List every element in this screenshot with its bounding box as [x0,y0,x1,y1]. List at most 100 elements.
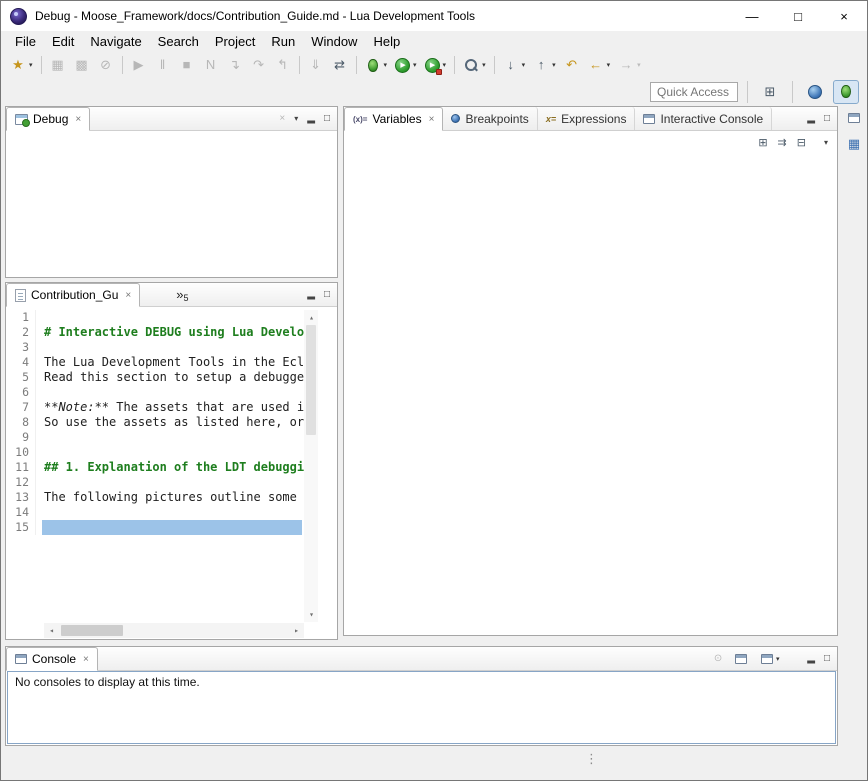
external-tools-button[interactable]: ▶ ▾ [422,54,450,76]
new-button[interactable]: ★ ▾ [7,54,36,76]
chevron-down-icon[interactable]: ▾ [443,61,447,69]
chevron-down-icon[interactable]: ▾ [413,61,417,69]
view-menu-button[interactable]: ▾ [294,115,298,123]
use-step-filters-button[interactable]: ⇄ [329,54,351,76]
window-close-button[interactable]: × [821,1,867,31]
collapse-all-button[interactable]: ⊟ [797,136,806,149]
back-button[interactable]: ← ▾ [585,54,614,76]
line-number: 8 [6,415,36,430]
minimized-outline-view-button[interactable]: ▦ [844,134,864,154]
chevron-down-icon[interactable]: ▾ [552,61,556,69]
drop-to-frame-button[interactable]: ⇓ [305,54,327,76]
editor-tab-overflow-button[interactable]: » 5 [170,283,194,306]
line-number: 11 [6,460,36,475]
forward-button[interactable]: → ▾ [615,54,644,76]
save-button[interactable]: ▦ [47,54,69,76]
open-perspective-button[interactable]: ⊞ [757,80,783,104]
chevron-down-icon[interactable]: ▾ [384,61,388,69]
chevron-down-icon[interactable]: ▾ [482,61,486,69]
pin-console-button[interactable]: ⊙ [714,654,722,664]
minimize-view-button[interactable]: ▂ [307,290,315,300]
menu-item-project[interactable]: Project [207,33,263,50]
suspend-button[interactable]: ‖ [152,54,174,76]
vertical-scrollbar[interactable]: ▴ ▾ [304,310,318,622]
close-icon[interactable]: × [429,114,435,125]
scroll-right-button[interactable]: ▸ [289,623,304,638]
quick-access-input[interactable] [650,82,738,102]
scrollbar-thumb[interactable] [306,325,316,435]
search-button[interactable]: ▾ [460,54,489,76]
tab-interactive-console[interactable]: Interactive Console [635,107,772,130]
resume-button[interactable]: ▶ [128,54,150,76]
chevron-down-icon[interactable]: ▾ [522,61,526,69]
tab-variables[interactable]: (x)= Variables × [344,107,443,131]
minimize-view-button[interactable]: ▂ [307,114,315,124]
step-into-button[interactable]: ↴ [224,54,246,76]
external-tools-icon: ▶ [425,58,440,73]
previous-annotation-button[interactable]: ↑ ▾ [530,54,559,76]
last-edit-location-button[interactable]: ↶ [561,54,583,76]
close-icon[interactable]: × [75,114,81,125]
tab-expressions[interactable]: x= Expressions [538,107,636,130]
step-return-button[interactable]: ↰ [272,54,294,76]
window-maximize-button[interactable]: □ [775,1,821,31]
disconnect-button[interactable]: N [200,54,222,76]
menu-item-edit[interactable]: Edit [44,33,82,50]
terminate-icon: ■ [179,57,195,73]
scrollbar-track[interactable] [304,325,318,607]
console-view-actions: ⊙ ▾ ▂ □ [714,647,837,670]
sash-handle[interactable]: ⋮ [585,752,598,765]
view-menu-button[interactable]: ▾ [824,138,828,147]
save-all-button[interactable]: ▩ [71,54,93,76]
variables-view-toolbar: ⊞ ⇉ ⊟ ▾ [344,131,837,153]
maximize-view-button[interactable]: □ [824,114,830,124]
chevron-down-icon[interactable]: ▾ [29,61,33,69]
minimize-view-button[interactable]: ▂ [807,654,815,664]
show-type-names-button[interactable]: ⊞ [758,136,767,149]
restore-minimized-view-button[interactable] [844,108,864,128]
menu-item-file[interactable]: File [7,33,44,50]
debug-button[interactable]: ▾ [362,54,391,76]
menu-item-window[interactable]: Window [303,33,365,50]
chevron-down-icon[interactable]: ▾ [637,61,641,69]
ldt-perspective-button[interactable] [802,80,828,104]
debug-perspective-button[interactable] [833,80,859,104]
scrollbar-track[interactable] [59,623,289,638]
scroll-left-button[interactable]: ◂ [44,623,59,638]
terminate-button[interactable]: ■ [176,54,198,76]
close-icon[interactable]: × [125,290,131,301]
menu-item-navigate[interactable]: Navigate [82,33,149,50]
maximize-view-button[interactable]: □ [324,290,330,300]
tab-console[interactable]: Console × [6,647,98,671]
close-icon[interactable]: × [83,654,89,665]
open-console-button[interactable]: ▾ [760,649,780,669]
chevron-down-icon[interactable]: ▾ [607,61,611,69]
line-number: 13 [6,490,36,505]
chevron-down-icon[interactable]: ▾ [776,655,780,663]
scroll-down-button[interactable]: ▾ [304,607,319,622]
back-icon: ← [588,57,604,73]
run-button[interactable]: ▶ ▾ [392,54,420,76]
tab-breakpoints[interactable]: Breakpoints [443,107,537,130]
minimize-view-button[interactable]: ▂ [807,114,815,124]
remove-all-terminated-button[interactable]: × [279,114,285,124]
scrollbar-thumb[interactable] [61,625,123,636]
tab-contribution-guide[interactable]: Contribution_Gu × [6,283,140,307]
code-editor-area[interactable]: 1 2# Interactive DEBUG using Lua Develop… [6,310,304,622]
window-minimize-button[interactable]: — [729,1,775,31]
display-selected-console-button[interactable] [731,649,751,669]
skip-all-breakpoints-button[interactable]: ⊘ [95,54,117,76]
menu-item-search[interactable]: Search [150,33,207,50]
menu-item-help[interactable]: Help [365,33,408,50]
tab-label: Breakpoints [465,112,528,126]
maximize-view-button[interactable]: □ [324,114,330,124]
horizontal-scrollbar[interactable]: ◂ ▸ [44,623,304,638]
show-logical-structures-button[interactable]: ⇉ [778,136,787,149]
step-over-button[interactable]: ↷ [248,54,270,76]
maximize-view-button[interactable]: □ [824,654,830,664]
tab-debug[interactable]: Debug × [6,107,90,131]
line-number: 1 [6,310,36,325]
scroll-up-button[interactable]: ▴ [304,310,319,325]
menu-item-run[interactable]: Run [263,33,303,50]
next-annotation-button[interactable]: ↓ ▾ [500,54,529,76]
